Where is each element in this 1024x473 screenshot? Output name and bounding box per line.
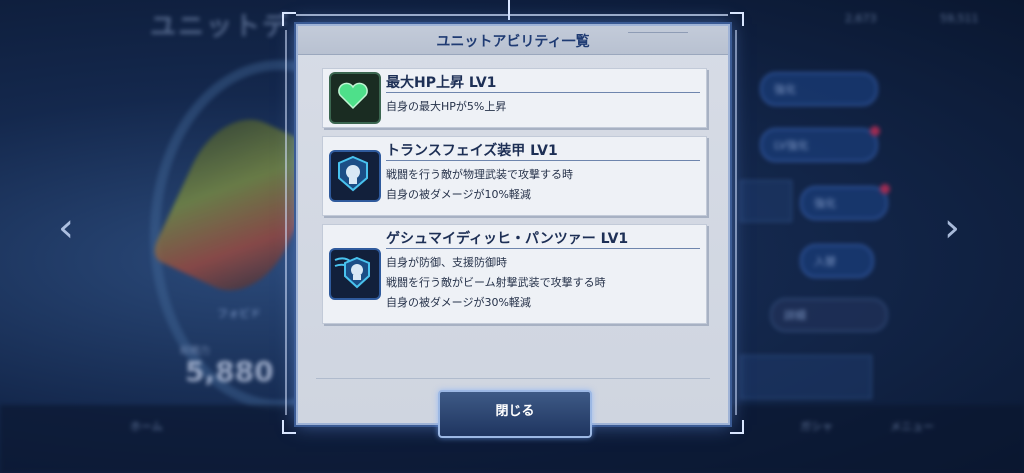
frame-corner bbox=[730, 420, 744, 434]
swap-label: 入替 bbox=[814, 255, 836, 268]
beam-deflect-shield-icon bbox=[329, 248, 381, 300]
enhance-button: 強化 bbox=[760, 72, 878, 106]
ability-description: 自身の被ダメージが10%軽減 bbox=[386, 188, 531, 201]
ability-divider bbox=[386, 92, 700, 93]
ability-description: 自身の最大HPが5%上昇 bbox=[386, 100, 507, 113]
frame-center-tick bbox=[508, 0, 510, 20]
ability-description: 戦闘を行う敵が物理武装で攻撃する時 bbox=[386, 168, 573, 181]
level-up-button: LV強化 bbox=[760, 126, 880, 162]
notification-dot bbox=[870, 126, 880, 136]
background-title: ユニットデ bbox=[150, 12, 291, 42]
footer-divider bbox=[316, 378, 710, 379]
dialog-title: ユニットアビリティ一覧 bbox=[436, 34, 590, 50]
dialog-header: ユニットアビリティ一覧 bbox=[298, 26, 728, 55]
enhance-button-2: 強化 bbox=[800, 184, 890, 220]
ability-description: 自身の被ダメージが30%軽減 bbox=[386, 296, 531, 309]
ability-list-dialog: ユニットアビリティ一覧 最大HP上昇 LV1 自身の最大HPが5%上昇 トランス… bbox=[296, 24, 730, 438]
detail-button: 詳細 bbox=[770, 298, 888, 332]
side-panel bbox=[740, 355, 872, 399]
frame-top-line bbox=[296, 14, 728, 16]
side-panel bbox=[740, 180, 792, 222]
ability-divider bbox=[386, 248, 700, 249]
pilot-name: フォビド bbox=[217, 307, 261, 320]
ability-name: トランスフェイズ装甲 LV1 bbox=[386, 143, 558, 159]
heart-icon bbox=[329, 72, 381, 124]
close-button[interactable]: 閉じる bbox=[438, 390, 592, 438]
frame-left-line bbox=[285, 30, 287, 415]
ability-name: 最大HP上昇 LV1 bbox=[386, 75, 497, 91]
nav-menu: メニュー bbox=[890, 420, 934, 433]
level-up-label: LV強化 bbox=[774, 139, 809, 152]
currency-1: 2,673 bbox=[845, 12, 877, 25]
power-value: 5,880 bbox=[185, 355, 274, 388]
enhance-label: 強化 bbox=[774, 83, 796, 96]
notification-dot bbox=[880, 184, 890, 194]
next-arrow-icon: › bbox=[944, 205, 960, 251]
detail-label: 詳細 bbox=[784, 309, 806, 322]
frame-corner bbox=[282, 420, 296, 434]
ability-card: 最大HP上昇 LV1 自身の最大HPが5%上昇 bbox=[322, 68, 707, 128]
ability-name: ゲシュマイディッヒ・パンツァー LV1 bbox=[386, 231, 629, 247]
nav-gacha: ガシャ bbox=[800, 420, 833, 433]
ability-description: 戦闘を行う敵がビーム射撃武装で攻撃する時 bbox=[386, 276, 606, 289]
ability-card: ゲシュマイディッヒ・パンツァー LV1 自身が防御、支援防御時 戦闘を行う敵がビ… bbox=[322, 224, 707, 324]
frame-corner bbox=[282, 12, 296, 26]
frame-corner bbox=[730, 12, 744, 26]
enhance-label-2: 強化 bbox=[814, 197, 836, 210]
previous-arrow-icon: ‹ bbox=[58, 205, 74, 251]
nav-home: ホーム bbox=[130, 420, 163, 433]
ability-card: トランスフェイズ装甲 LV1 戦闘を行う敵が物理武装で攻撃する時 自身の被ダメー… bbox=[322, 136, 707, 216]
ability-description: 自身が防御、支援防御時 bbox=[386, 256, 507, 269]
swap-button: 入替 bbox=[800, 244, 874, 278]
currency-2: 59,511 bbox=[940, 12, 979, 25]
frame-right-line bbox=[735, 30, 737, 415]
header-decoration bbox=[628, 26, 688, 33]
armor-shield-icon bbox=[329, 150, 381, 202]
ability-divider bbox=[386, 160, 700, 161]
